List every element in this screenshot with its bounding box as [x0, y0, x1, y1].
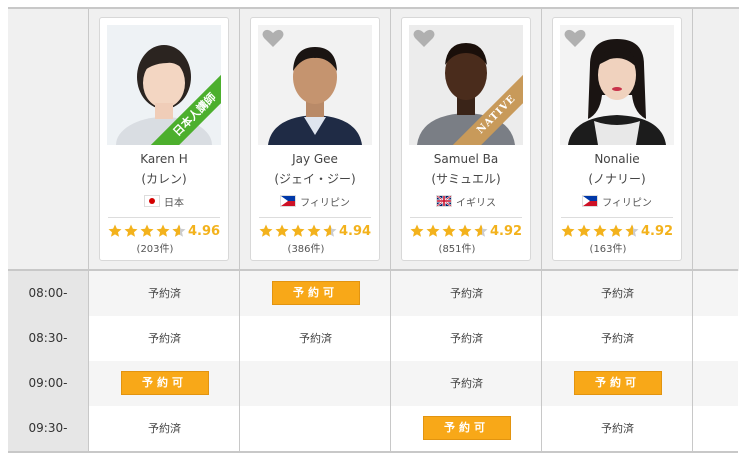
star-icon — [609, 224, 623, 237]
slot-booked: 予約済 — [390, 361, 542, 406]
slot-cell: 予約可 — [239, 271, 391, 316]
star-icon — [442, 224, 456, 237]
slot-booked: 予約済 — [541, 316, 693, 361]
tutor-card[interactable]: Nonalie (ノナリー) フィリピン 4.92 (163件) — [552, 17, 682, 261]
tutor-country: 日本 — [100, 194, 228, 209]
favorite-heart-icon[interactable] — [262, 28, 284, 48]
tutor-country: イギリス — [402, 194, 530, 209]
slot-empty — [239, 361, 391, 406]
rating-value: 4.94 — [339, 224, 372, 239]
half-star-icon — [323, 224, 337, 237]
review-count: (163件) — [589, 244, 627, 255]
star-icon — [307, 224, 321, 237]
slot-empty — [692, 271, 739, 316]
star-icon — [275, 224, 289, 237]
slot-empty — [692, 361, 739, 406]
tutor-column-header: Nonalie (ノナリー) フィリピン 4.92 (163件) — [541, 7, 693, 271]
half-star-icon — [474, 224, 488, 237]
slot-booked: 予約済 — [239, 316, 391, 361]
half-star-icon — [172, 224, 186, 237]
rating-value: 4.96 — [188, 224, 221, 239]
time-label: 08:30- — [8, 316, 88, 361]
star-icon — [156, 224, 170, 237]
tutor-country: フィリピン — [251, 194, 379, 209]
tutor-card[interactable]: 日本人講師 Karen H (カレン) 日本 4.96 (203件) — [99, 17, 229, 261]
slot-booked: 予約済 — [88, 406, 240, 451]
star-icon — [108, 224, 122, 237]
philippines-flag-icon — [582, 195, 599, 207]
star-icon — [561, 224, 575, 237]
time-label: 09:00- — [8, 361, 88, 406]
slot-cell: 予約可 — [390, 406, 542, 451]
slot-booked: 予約済 — [541, 406, 693, 451]
slot-cell: 予約可 — [541, 361, 693, 406]
card-divider — [259, 217, 371, 218]
tutor-name-kana: (ノナリー) — [588, 172, 646, 186]
star-icon — [593, 224, 607, 237]
reserve-button[interactable]: 予約可 — [422, 416, 511, 440]
tutor-name-kana: (サミュエル) — [431, 172, 501, 186]
star-icon — [458, 224, 472, 237]
tutor-photo[interactable]: 日本人講師 — [107, 25, 221, 145]
tutor-column-header: NATIVE Samuel Ba (サミュエル) イギリス 4.92 (851件… — [390, 7, 542, 271]
slot-booked: 予約済 — [88, 271, 240, 316]
tutor-country-label: フィリピン — [300, 198, 350, 209]
half-star-icon — [625, 224, 639, 237]
slot-empty — [692, 316, 739, 361]
reserve-button[interactable]: 予約可 — [120, 371, 209, 395]
favorite-heart-icon[interactable] — [564, 28, 586, 48]
philippines-flag-icon — [280, 195, 297, 207]
reserve-button[interactable]: 予約可 — [573, 371, 662, 395]
tutor-name-kana: (ジェイ・ジー) — [274, 172, 356, 186]
reserve-button[interactable]: 予約可 — [271, 281, 360, 305]
rating-value: 4.92 — [490, 224, 523, 239]
empty-header-cell — [692, 7, 739, 271]
rating-value: 4.92 — [641, 224, 674, 239]
star-icon — [410, 224, 424, 237]
schedule-grid: 日本人講師 Karen H (カレン) 日本 4.96 (203件) Jay G… — [8, 7, 739, 453]
star-icon — [291, 224, 305, 237]
star-icon — [259, 224, 273, 237]
slot-booked: 予約済 — [541, 271, 693, 316]
tutor-country: フィリピン — [553, 194, 681, 209]
time-label: 08:00- — [8, 271, 88, 316]
tutor-name[interactable]: Nonalie — [553, 152, 681, 166]
card-divider — [108, 217, 220, 218]
tutor-name[interactable]: Karen H — [100, 152, 228, 166]
uk-flag-icon — [436, 195, 452, 207]
tutor-card[interactable]: Jay Gee (ジェイ・ジー) フィリピン 4.94 (386件) — [250, 17, 380, 261]
tutor-column-header: 日本人講師 Karen H (カレン) 日本 4.96 (203件) — [88, 7, 240, 271]
card-divider — [410, 217, 522, 218]
slot-empty — [692, 406, 739, 451]
tutor-photo[interactable]: NATIVE — [409, 25, 523, 145]
japan-flag-icon — [144, 195, 160, 207]
favorite-heart-icon[interactable] — [413, 28, 435, 48]
card-divider — [561, 217, 673, 218]
tutor-country-label: 日本 — [164, 198, 184, 209]
tutor-country-label: イギリス — [456, 198, 496, 209]
tutor-photo[interactable] — [258, 25, 372, 145]
tutor-name[interactable]: Samuel Ba — [402, 152, 530, 166]
star-icon — [124, 224, 138, 237]
review-count: (851件) — [438, 244, 476, 255]
tutor-card[interactable]: NATIVE Samuel Ba (サミュエル) イギリス 4.92 (851件… — [401, 17, 531, 261]
tutor-photo[interactable] — [560, 25, 674, 145]
review-count: (203件) — [136, 244, 174, 255]
table-bottom-border — [8, 451, 738, 453]
star-icon — [140, 224, 154, 237]
tutor-name[interactable]: Jay Gee — [251, 152, 379, 166]
time-label: 09:30- — [8, 406, 88, 451]
slot-booked: 予約済 — [88, 316, 240, 361]
review-count: (386件) — [287, 244, 325, 255]
slot-cell: 予約可 — [88, 361, 240, 406]
tutor-column-header: Jay Gee (ジェイ・ジー) フィリピン 4.94 (386件) — [239, 7, 391, 271]
corner-cell — [8, 7, 88, 271]
tutor-name-kana: (カレン) — [141, 172, 187, 186]
slot-booked: 予約済 — [390, 316, 542, 361]
star-icon — [577, 224, 591, 237]
slot-empty — [239, 406, 391, 451]
star-icon — [426, 224, 440, 237]
tutor-country-label: フィリピン — [602, 198, 652, 209]
slot-booked: 予約済 — [390, 271, 542, 316]
